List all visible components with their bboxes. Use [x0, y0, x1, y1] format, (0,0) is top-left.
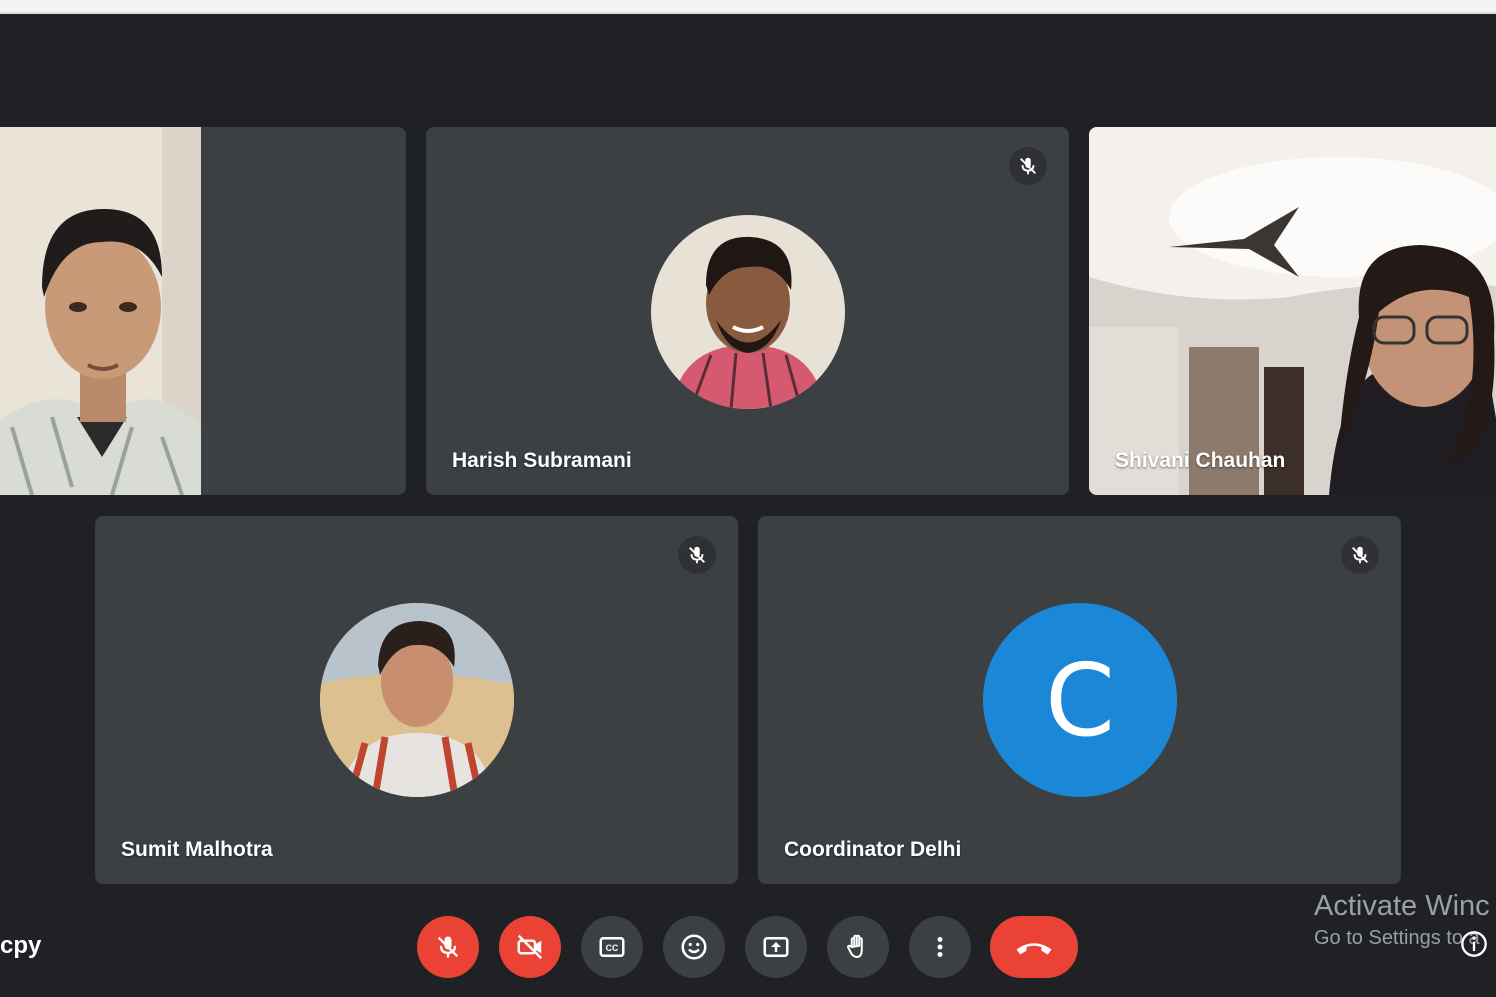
participant-letter-avatar: C [983, 603, 1177, 797]
camera-off-icon [517, 934, 543, 960]
muted-indicator [678, 536, 716, 574]
closed-captions-icon: CC [599, 937, 625, 957]
captions-button[interactable]: CC [581, 916, 643, 978]
avatar-photo [651, 215, 845, 409]
window-top-edge [0, 0, 1496, 14]
participant-video [1089, 127, 1496, 495]
participant-avatar [320, 603, 514, 797]
participant-name: Shivani Chauhan [1115, 449, 1286, 472]
leave-call-button[interactable] [990, 916, 1078, 978]
person-video-image [1089, 127, 1496, 495]
present-button[interactable] [745, 916, 807, 978]
hand-icon [847, 934, 863, 958]
participant-tile-coordinator: C Coordinator Delhi [758, 516, 1401, 884]
participant-tile-shivani: Shivani Chauhan [1089, 127, 1496, 495]
phone-hangup-icon [1016, 943, 1052, 955]
info-icon[interactable] [1460, 930, 1488, 958]
muted-indicator [1009, 147, 1047, 185]
mic-off-icon [1352, 546, 1368, 564]
participant-tile-harish: Harish Subramani [426, 127, 1069, 495]
emoji-button[interactable] [663, 916, 725, 978]
present-screen-icon [763, 937, 789, 957]
participant-avatar [651, 215, 845, 409]
participant-name: Sumit Malhotra [121, 838, 273, 861]
mic-off-icon [1020, 157, 1036, 175]
camera-off-button[interactable] [499, 916, 561, 978]
participant-video [0, 127, 201, 495]
call-controls-bar: CC [0, 910, 1496, 990]
participant-tile-1 [0, 127, 406, 495]
muted-indicator [1341, 536, 1379, 574]
smiley-icon [681, 934, 707, 960]
svg-text:CC: CC [606, 943, 619, 953]
mic-off-button[interactable] [417, 916, 479, 978]
avatar-photo [320, 603, 514, 797]
more-options-button[interactable] [909, 916, 971, 978]
mic-off-icon [437, 936, 459, 958]
participant-name: Harish Subramani [452, 449, 632, 472]
raise-hand-button[interactable] [827, 916, 889, 978]
watermark-line-1: Activate Winc [1314, 890, 1490, 922]
person-video-image [0, 127, 201, 495]
more-vertical-icon [937, 937, 943, 957]
participant-name: Coordinator Delhi [784, 838, 962, 861]
participant-tile-sumit: Sumit Malhotra [95, 516, 738, 884]
mic-off-icon [689, 546, 705, 564]
